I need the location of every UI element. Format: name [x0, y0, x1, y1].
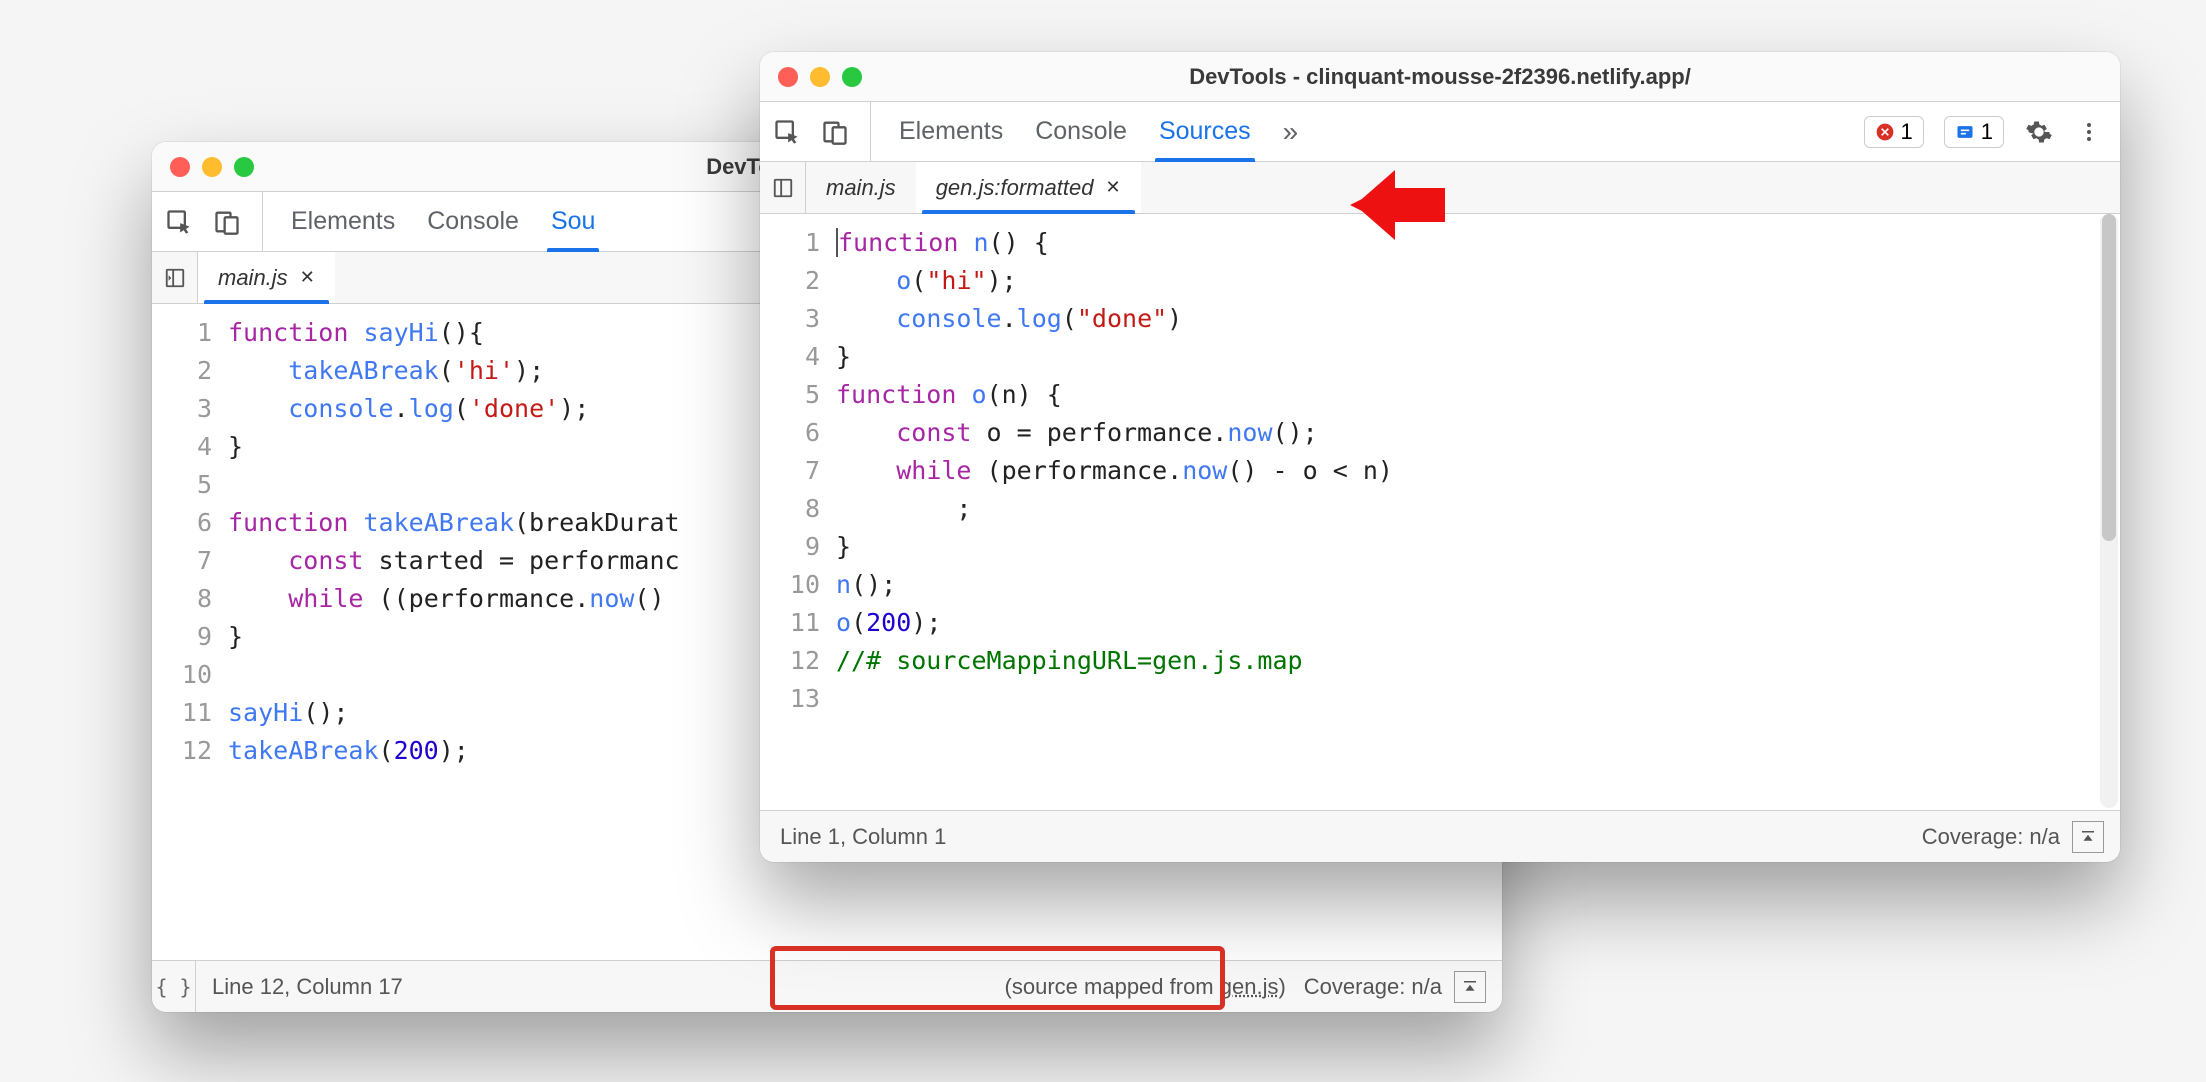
close-icon[interactable]	[170, 157, 190, 177]
minimize-icon[interactable]	[810, 67, 830, 87]
file-tab-close-icon[interactable]: ✕	[1105, 177, 1120, 198]
tab-sources[interactable]: Sources	[1159, 102, 1251, 161]
window-title: DevTools - clinquant-mousse-2f2396.netli…	[760, 64, 2120, 90]
line-gutter: 12345678910111213	[760, 214, 832, 810]
collapse-bottom-icon[interactable]	[1454, 971, 1486, 1003]
minimize-icon[interactable]	[202, 157, 222, 177]
code-editor[interactable]: 12345678910111213 function n() { o("hi")…	[760, 214, 2120, 810]
file-tab-main-js[interactable]: main.js	[806, 162, 916, 213]
element-picker-icon[interactable]	[772, 117, 802, 147]
pretty-print-icon[interactable]: { }	[152, 961, 196, 1012]
navigator-toggle-icon[interactable]	[760, 162, 806, 213]
maximize-icon[interactable]	[842, 67, 862, 87]
traffic-lights	[778, 67, 862, 87]
panel-tabs: Elements Console Sources »	[871, 102, 1864, 161]
close-icon[interactable]	[778, 67, 798, 87]
devtools-window-front: DevTools - clinquant-mousse-2f2396.netli…	[760, 52, 2120, 862]
tab-console[interactable]: Console	[427, 192, 519, 251]
tab-elements[interactable]: Elements	[291, 192, 395, 251]
toolbar-inspect-group	[772, 102, 871, 161]
device-toolbar-icon[interactable]	[820, 117, 850, 147]
tab-sources[interactable]: Sou	[551, 192, 595, 251]
cursor-position: Line 12, Column 17	[212, 974, 403, 1000]
coverage-label: Coverage: n/a	[1922, 824, 2060, 850]
tab-overflow[interactable]: »	[1283, 102, 1299, 161]
scrollbar-track[interactable]	[2100, 214, 2118, 808]
kebab-menu-icon[interactable]	[2074, 117, 2104, 147]
element-picker-icon[interactable]	[164, 207, 194, 237]
tab-elements[interactable]: Elements	[899, 102, 1003, 161]
file-tab-main-js[interactable]: main.js ✕	[198, 252, 335, 303]
issues-count-badge[interactable]: 1	[1944, 116, 2004, 148]
file-tab-bar: main.js gen.js:formatted ✕	[760, 162, 2120, 214]
code-content[interactable]: function n() { o("hi"); console.log("don…	[832, 214, 2120, 810]
source-map-link[interactable]: gen.js	[1220, 974, 1279, 999]
status-bar: { } Line 12, Column 17 (source mapped fr…	[152, 960, 1502, 1012]
toolbar-inspect-group	[164, 192, 263, 251]
traffic-lights	[170, 157, 254, 177]
device-toolbar-icon[interactable]	[212, 207, 242, 237]
cursor-position: Line 1, Column 1	[780, 824, 946, 850]
gear-icon[interactable]	[2024, 117, 2054, 147]
file-tab-close-icon[interactable]: ✕	[300, 267, 315, 288]
collapse-bottom-icon[interactable]	[2072, 821, 2104, 853]
coverage-label: Coverage: n/a	[1304, 974, 1442, 1000]
titlebar[interactable]: DevTools - clinquant-mousse-2f2396.netli…	[760, 52, 2120, 102]
file-tab-label: main.js	[218, 265, 288, 291]
maximize-icon[interactable]	[234, 157, 254, 177]
tab-console[interactable]: Console	[1035, 102, 1127, 161]
file-tab-label: gen.js:formatted	[936, 175, 1094, 201]
status-bar: Line 1, Column 1 Coverage: n/a	[760, 810, 2120, 862]
file-tab-gen-js-formatted[interactable]: gen.js:formatted ✕	[916, 162, 1141, 213]
line-gutter: 123456789101112	[152, 304, 224, 960]
file-tab-label: main.js	[826, 175, 896, 201]
toolbar: Elements Console Sources » 1 1	[760, 102, 2120, 162]
navigator-toggle-icon[interactable]	[152, 252, 198, 303]
source-mapped-label: (source mapped from gen.js)	[1005, 974, 1286, 1000]
error-count-badge[interactable]: 1	[1864, 116, 1924, 148]
toolbar-right: 1 1	[1864, 102, 2121, 161]
scrollbar-thumb[interactable]	[2102, 214, 2116, 541]
